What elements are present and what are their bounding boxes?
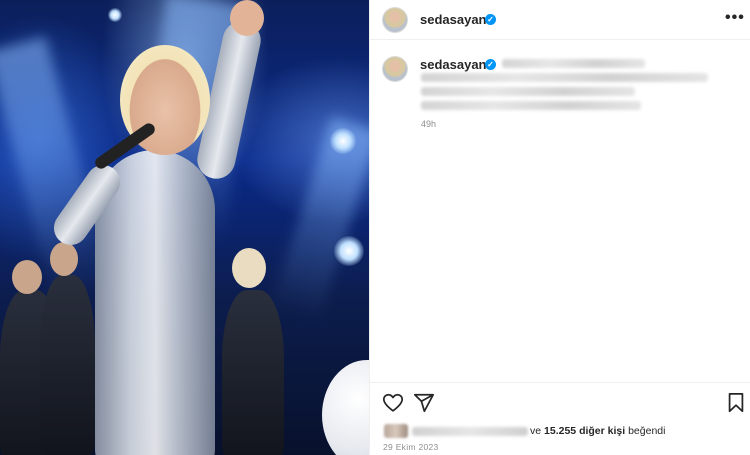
verified-badge-icon: ✓ [485, 59, 496, 70]
stage-light-beam [270, 117, 369, 323]
username-link[interactable]: sedasayan [420, 12, 487, 27]
avatar[interactable] [382, 7, 408, 33]
heart-icon[interactable] [382, 392, 404, 414]
avatar[interactable] [382, 56, 408, 82]
post-time[interactable]: 49h [421, 119, 436, 129]
stage-light [330, 128, 356, 154]
caption-text-blurred [421, 73, 708, 82]
stage-light [108, 8, 122, 22]
action-bar [370, 382, 750, 422]
stage-prop [322, 360, 369, 455]
likes-count: 15.255 [544, 425, 577, 437]
bookmark-icon[interactable] [725, 392, 747, 414]
liker-avatar-blurred [384, 424, 408, 438]
liker-name-blurred [412, 427, 528, 436]
post-image[interactable] [0, 0, 369, 455]
likes-verb: beğendi [628, 425, 666, 437]
musician-figure [222, 290, 284, 455]
caption-text-blurred [421, 101, 641, 110]
share-icon[interactable] [413, 392, 435, 414]
caption-text-blurred [502, 59, 645, 68]
likes-suffix: diğer kişi [579, 425, 626, 437]
post-date: 29 Ekim 2023 [383, 442, 439, 452]
stage-light [334, 236, 364, 266]
musician-head [232, 248, 266, 288]
singer-hand [230, 0, 264, 36]
verified-badge-icon: ✓ [485, 14, 496, 25]
likes-conjunction: ve [530, 425, 542, 437]
musician-head [12, 260, 42, 294]
more-options-icon[interactable]: ••• [725, 10, 745, 30]
caption-username[interactable]: sedasayan [420, 57, 487, 72]
post-panel: sedasayan ✓ ••• sedasayan ✓ 49h ve 15.25… [369, 0, 750, 455]
post-header: sedasayan ✓ ••• [370, 0, 750, 40]
likes-summary: ve 15.255 diğer kişi beğendi [384, 424, 744, 440]
caption-text-blurred [421, 87, 635, 96]
likes-text[interactable]: ve 15.255 diğer kişi beğendi [530, 425, 665, 437]
musician-figure [40, 275, 95, 455]
musician-head [50, 242, 78, 276]
